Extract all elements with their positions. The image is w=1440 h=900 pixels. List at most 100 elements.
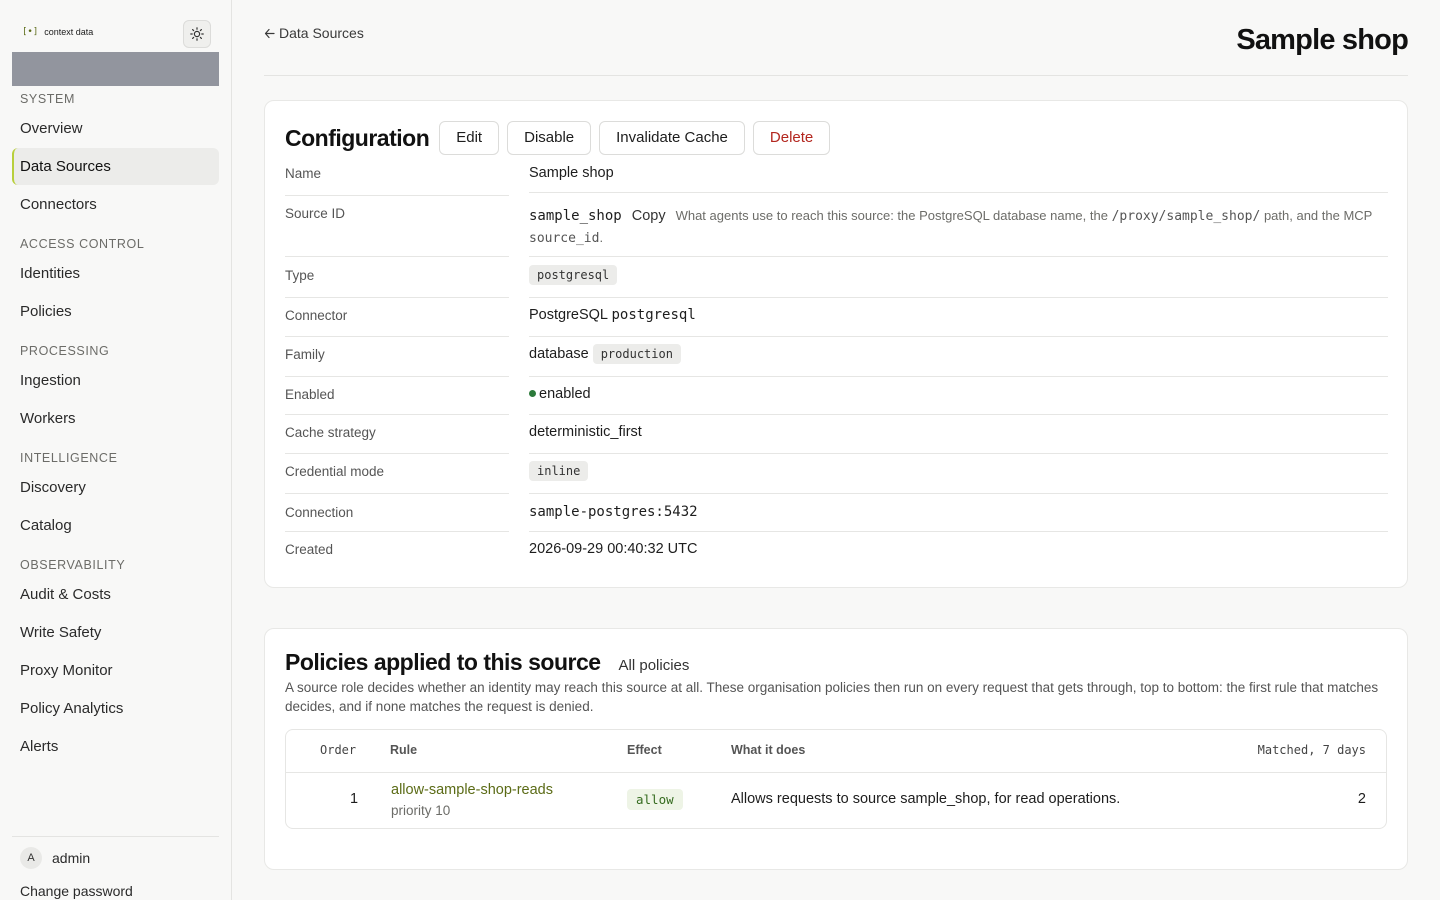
nav-section-observability: OBSERVABILITY bbox=[20, 558, 126, 572]
sidebar: [•] context data SYSTEM Overview Data So… bbox=[0, 0, 232, 900]
column-header-order: Order bbox=[320, 743, 357, 757]
sidebar-item-overview[interactable]: Overview bbox=[12, 110, 219, 147]
family-value: database bbox=[529, 346, 589, 362]
field-value-family: database production bbox=[529, 337, 1388, 377]
nav-section-access-control: ACCESS CONTROL bbox=[20, 237, 145, 251]
field-label: Connector bbox=[285, 298, 509, 337]
sidebar-item-write-safety[interactable]: Write Safety bbox=[12, 614, 219, 651]
field-value-name: Sample shop bbox=[529, 157, 1388, 193]
column-header-what: What it does bbox=[731, 743, 806, 757]
sidebar-item-proxy-monitor[interactable]: Proxy Monitor bbox=[12, 652, 219, 689]
copy-button[interactable]: Copy bbox=[632, 208, 666, 224]
field-row-connector: Connector PostgreSQL postgresql bbox=[285, 298, 1388, 337]
sidebar-item-catalog[interactable]: Catalog bbox=[12, 507, 219, 544]
field-value-source-id: sample_shop Copy What agents use to reach … bbox=[529, 196, 1388, 257]
sidebar-item-discovery[interactable]: Discovery bbox=[12, 469, 219, 506]
sidebar-item-policies[interactable]: Policies bbox=[12, 293, 219, 330]
field-row-credential-mode: Credential mode inline bbox=[285, 454, 1388, 494]
nav-section-system: SYSTEM bbox=[20, 92, 75, 106]
policies-card: Policies applied to this source All poli… bbox=[264, 628, 1408, 870]
connector-name: PostgreSQL bbox=[529, 307, 608, 323]
family-tag-badge: production bbox=[592, 344, 681, 364]
sidebar-item-connectors[interactable]: Connectors bbox=[12, 186, 219, 223]
connector-code: postgresql bbox=[611, 307, 696, 323]
rule-priority: priority 10 bbox=[391, 803, 451, 818]
edit-button[interactable]: Edit bbox=[439, 121, 500, 155]
configuration-card: Configuration Edit Disable Invalidate Ca… bbox=[264, 100, 1408, 588]
disable-button[interactable]: Disable bbox=[507, 121, 592, 155]
field-row-family: Family database production bbox=[285, 337, 1388, 377]
table-header-divider bbox=[286, 772, 1386, 773]
type-badge: postgresql bbox=[529, 265, 618, 285]
field-row-enabled: Enabled enabled bbox=[285, 377, 1388, 415]
configuration-header: Configuration Edit Disable Invalidate Ca… bbox=[285, 121, 831, 155]
row-matched: 2 bbox=[1357, 791, 1366, 807]
enabled-status: enabled bbox=[539, 386, 591, 402]
field-value-cache-strategy: deterministic_first bbox=[529, 415, 1388, 454]
field-label: Cache strategy bbox=[285, 415, 509, 454]
invalidate-cache-button[interactable]: Invalidate Cache bbox=[599, 121, 745, 155]
field-label: Source ID bbox=[285, 196, 509, 257]
policies-header: Policies applied to this source All poli… bbox=[285, 649, 689, 676]
sidebar-item-data-sources[interactable]: Data Sources bbox=[12, 148, 219, 185]
connection-value: sample-postgres:5432 bbox=[529, 504, 698, 520]
field-row-source-id: Source ID sample_shop Copy What agents use… bbox=[285, 196, 1388, 257]
policies-title: Policies applied to this source bbox=[285, 649, 601, 675]
field-label: Name bbox=[285, 157, 509, 196]
nav-section-intelligence: INTELLIGENCE bbox=[20, 451, 118, 465]
arrow-left-icon bbox=[264, 28, 275, 38]
field-row-name: Name Sample shop bbox=[285, 157, 1388, 196]
brand-name: context data bbox=[44, 27, 94, 37]
source-id-value: sample_shop bbox=[529, 208, 622, 224]
header-divider bbox=[264, 75, 1408, 76]
field-value-enabled: enabled bbox=[529, 377, 1388, 415]
column-header-matched: Matched, 7 days bbox=[1257, 743, 1366, 757]
nav-section-processing: PROCESSING bbox=[20, 344, 110, 358]
sidebar-item-audit-costs[interactable]: Audit & Costs bbox=[12, 576, 219, 613]
back-link-label: Data Sources bbox=[279, 25, 364, 41]
field-label: Enabled bbox=[285, 377, 509, 415]
configuration-title: Configuration bbox=[285, 124, 430, 151]
sidebar-item-policy-analytics[interactable]: Policy Analytics bbox=[12, 690, 219, 727]
row-order: 1 bbox=[350, 791, 359, 807]
avatar: A bbox=[20, 847, 42, 869]
field-value-connector: PostgreSQL postgresql bbox=[529, 298, 1388, 337]
user-menu[interactable]: A admin bbox=[12, 837, 219, 869]
sidebar-nav: SYSTEM Overview Data Sources Connectors … bbox=[12, 90, 219, 766]
credential-mode-badge: inline bbox=[529, 461, 589, 481]
policies-table: Order Rule Effect What it does Matched, … bbox=[285, 729, 1387, 829]
sidebar-item-identities[interactable]: Identities bbox=[12, 255, 219, 292]
policies-description: A source role decides whether an identit… bbox=[285, 680, 1379, 714]
field-label: Created bbox=[285, 542, 334, 557]
brand-mark-icon: [•] bbox=[22, 27, 39, 37]
sun-icon bbox=[190, 27, 204, 41]
field-row-type: Type postgresql bbox=[285, 257, 1388, 298]
row-description: Allows requests to source sample_shop, f… bbox=[731, 791, 1121, 807]
back-to-data-sources-link[interactable]: Data Sources bbox=[264, 25, 364, 41]
status-dot-icon bbox=[529, 389, 536, 397]
page-title: Sample shop bbox=[1236, 24, 1408, 56]
config-fields: Name Sample shop Source ID sample_shop Co… bbox=[285, 157, 1388, 570]
delete-button[interactable]: Delete bbox=[752, 121, 831, 155]
column-header-rule: Rule bbox=[390, 743, 418, 757]
column-header-effect: Effect bbox=[627, 743, 662, 757]
sidebar-banner bbox=[12, 52, 219, 86]
field-label: Connection bbox=[285, 494, 509, 532]
user-name: admin bbox=[52, 850, 91, 866]
rule-link[interactable]: allow-sample-shop-reads bbox=[391, 782, 553, 798]
change-password-link[interactable]: Change password bbox=[12, 869, 219, 899]
sidebar-item-alerts[interactable]: Alerts bbox=[12, 728, 219, 765]
field-value-created: 2026-09-29 00:40:32 UTC bbox=[529, 541, 698, 557]
brand-logo[interactable]: [•] context data bbox=[22, 27, 93, 37]
sidebar-footer: A admin Change password bbox=[12, 836, 219, 899]
all-policies-link[interactable]: All policies bbox=[619, 657, 690, 674]
field-value-connection: sample-postgres:5432 bbox=[529, 494, 1388, 532]
field-label: Credential mode bbox=[285, 454, 509, 494]
field-value-type: postgresql bbox=[529, 257, 1388, 298]
sidebar-item-ingestion[interactable]: Ingestion bbox=[12, 362, 219, 399]
field-value-credential-mode: inline bbox=[529, 454, 1388, 494]
theme-toggle-button[interactable] bbox=[183, 20, 211, 48]
field-label: Family bbox=[285, 337, 509, 377]
sidebar-item-workers[interactable]: Workers bbox=[12, 400, 219, 437]
field-row-connection: Connection sample-postgres:5432 bbox=[285, 494, 1388, 532]
